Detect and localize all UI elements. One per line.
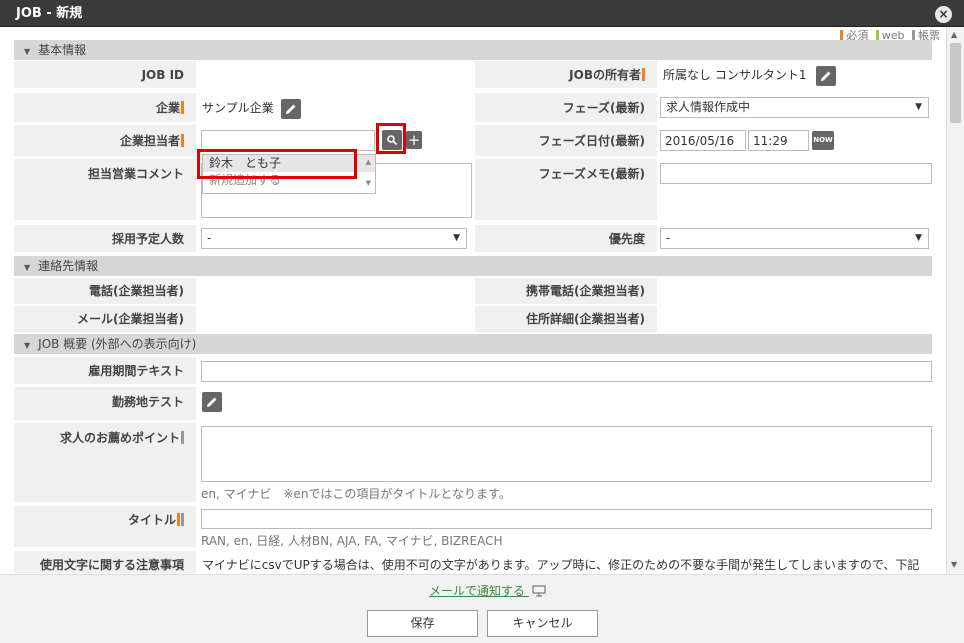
footer-bar: メールで通知する 保存 キャンセル (0, 574, 964, 643)
highlight-autocomplete-item (197, 149, 357, 179)
company-person-input[interactable] (201, 130, 375, 151)
notice-text: マイナビにcsvでUPする場合は、使用不可の文字があります。アップ時に、修正のた… (202, 558, 920, 572)
now-button[interactable]: NOW (812, 131, 834, 150)
scroll-up-icon[interactable]: ▲ (951, 30, 957, 39)
priority-select[interactable]: - ▼ (660, 228, 929, 249)
close-icon[interactable]: × (935, 6, 952, 23)
phase-label: フェーズ(最新) (475, 93, 657, 123)
hire-count-select[interactable]: - ▼ (201, 228, 467, 249)
notice-label: 使用文字に関する注意事項 (14, 551, 196, 574)
title-input[interactable] (201, 509, 932, 529)
phase-select[interactable]: 求人情報作成中 ▼ (660, 97, 929, 118)
collapse-icon: ▼ (24, 263, 31, 272)
owner-label: JOBの所有者 (475, 61, 657, 89)
edit-owner-pencil-icon[interactable] (816, 65, 837, 86)
save-button[interactable]: 保存 (367, 610, 478, 637)
job-id-value (196, 61, 475, 89)
phase-time-input[interactable] (748, 130, 809, 151)
dropdown-arrow-icon: ▼ (915, 233, 922, 243)
hire-count-label: 採用予定人数 (14, 225, 196, 253)
phase-memo-input[interactable] (660, 163, 932, 184)
phase-date-input[interactable] (660, 130, 746, 151)
monitor-icon (532, 585, 546, 597)
section-summary[interactable]: ▼ JOB 概要 (外部への表示向け) (14, 334, 932, 354)
window-titlebar: JOB - 新規 × (0, 0, 964, 27)
company-person-label: 企業担当者 (14, 125, 196, 157)
phase-memo-label: フェーズメモ(最新) (475, 159, 657, 221)
points-textarea[interactable] (201, 426, 932, 482)
priority-label: 優先度 (475, 225, 657, 253)
mail-label: メール(企業担当者) (14, 306, 196, 333)
add-person-plus-icon[interactable]: + (406, 131, 422, 149)
notify-by-mail-link[interactable]: メールで通知する (429, 582, 546, 599)
vertical-scrollbar[interactable]: ▲ ▼ (946, 27, 964, 574)
report-mark (181, 513, 184, 526)
scrollbar-thumb[interactable] (950, 43, 961, 123)
required-mark (177, 513, 180, 526)
title-hint: RAN, en, 日経, 人材BN, AJA, FA, マイナビ, BIZREA… (201, 534, 503, 548)
phone-label: 電話(企業担当者) (14, 278, 196, 305)
required-mark (181, 134, 184, 147)
collapse-icon: ▼ (24, 341, 31, 350)
section-basic[interactable]: ▼ 基本情報 (14, 40, 932, 60)
title-label: タイトル (14, 506, 196, 548)
mobile-label: 携帯電話(企業担当者) (475, 278, 657, 305)
report-mark (181, 431, 184, 444)
company-label: 企業 (14, 93, 196, 123)
scroll-up-icon[interactable]: ▲ (366, 158, 371, 166)
cancel-button[interactable]: キャンセル (487, 610, 598, 637)
period-input[interactable] (201, 361, 932, 382)
edit-location-pencil-icon[interactable] (202, 392, 222, 412)
phase-date-label: フェーズ日付(最新) (475, 125, 657, 157)
period-label: 雇用期間テキスト (14, 357, 196, 385)
required-mark (642, 68, 645, 81)
window-title: JOB - 新規 (16, 6, 83, 21)
required-mark (181, 101, 184, 114)
points-label: 求人のお薦めポイント (14, 423, 196, 503)
highlight-search-button (376, 123, 406, 154)
scroll-down-icon[interactable]: ▼ (366, 179, 371, 187)
points-hint: en, マイナビ ※enではこの項目がタイトルとなります。 (201, 487, 511, 501)
form-content: 必須 web 帳票 ▼ 基本情報 JOB ID JOBの所有者 所属なし コンサル… (0, 27, 946, 574)
sales-comment-label: 担当営業コメント (14, 159, 196, 221)
collapse-icon: ▼ (24, 47, 31, 56)
dropdown-arrow-icon: ▼ (453, 233, 460, 243)
edit-company-pencil-icon[interactable] (281, 98, 302, 119)
dropdown-arrow-icon: ▼ (915, 102, 922, 112)
location-label: 勤務地テスト (14, 387, 196, 421)
company-value: サンプル企業 (202, 101, 274, 115)
address-label: 住所詳細(企業担当者) (475, 306, 657, 333)
owner-value: 所属なし コンサルタント1 (663, 68, 807, 82)
scroll-down-icon[interactable]: ▼ (951, 560, 957, 569)
section-contact[interactable]: ▼ 連絡先情報 (14, 256, 932, 276)
job-id-label: JOB ID (14, 61, 196, 89)
